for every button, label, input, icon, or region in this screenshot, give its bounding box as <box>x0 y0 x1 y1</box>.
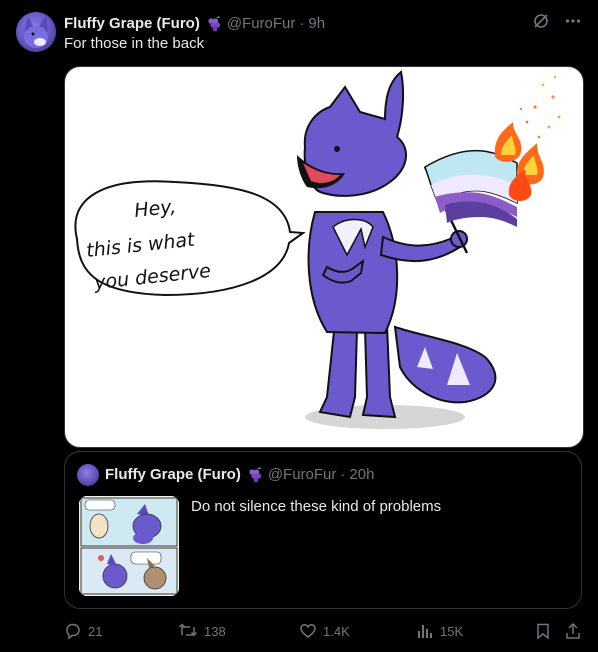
repost-icon <box>178 622 198 640</box>
author-name[interactable]: Fluffy Grape (Furo) <box>64 15 200 32</box>
quoted-tweet-thumbnail[interactable] <box>79 496 179 596</box>
quoted-tweet-header: Fluffy Grape (Furo) @FuroFur · 20h <box>105 466 374 483</box>
tweet-time[interactable]: 9h <box>308 15 325 32</box>
reply-icon <box>64 622 82 640</box>
views-count: 15K <box>440 623 464 639</box>
quoted-author-handle[interactable]: @FuroFur <box>268 466 337 483</box>
separator-dot: · <box>340 466 346 483</box>
bubble-line-1: Hey, <box>133 196 177 222</box>
quoted-tweet[interactable]: Fluffy Grape (Furo) @FuroFur · 20h Do no… <box>64 451 582 609</box>
bookmark-icon <box>534 622 552 640</box>
tweet-media-image[interactable]: Hey, this is what you deserve <box>64 66 584 448</box>
reply-count: 21 <box>88 623 103 639</box>
header-icons <box>532 12 582 30</box>
grape-emoji-icon <box>205 15 222 32</box>
quoted-tweet-text: Do not silence these kind of problems <box>191 498 442 515</box>
quoted-author-avatar[interactable] <box>77 464 99 486</box>
repost-count: 138 <box>204 623 226 639</box>
like-button[interactable]: 1.4K <box>299 622 350 640</box>
tweet-actions: 21 138 1.4K 15K <box>64 622 582 642</box>
author-handle[interactable]: @FuroFur <box>227 15 296 32</box>
quoted-tweet-time[interactable]: 20h <box>349 466 374 483</box>
views-icon <box>416 622 434 640</box>
like-count: 1.4K <box>323 623 350 639</box>
tweet-text: For those in the back <box>64 35 205 52</box>
share-icon <box>564 622 582 640</box>
tweet-header: Fluffy Grape (Furo) @FuroFur · 9h <box>64 13 582 33</box>
heart-icon <box>299 622 317 640</box>
quoted-author-name[interactable]: Fluffy Grape (Furo) <box>105 466 241 483</box>
share-button[interactable] <box>564 622 582 640</box>
reply-button[interactable]: 21 <box>64 622 102 640</box>
grape-emoji-icon <box>246 466 263 483</box>
separator-dot: · <box>299 14 305 32</box>
author-avatar[interactable] <box>16 12 56 52</box>
more-icon[interactable] <box>564 12 582 30</box>
views-button[interactable]: 15K <box>416 622 463 640</box>
repost-button[interactable]: 138 <box>178 622 226 640</box>
grok-icon[interactable] <box>532 12 550 30</box>
bookmark-button[interactable] <box>534 622 552 640</box>
